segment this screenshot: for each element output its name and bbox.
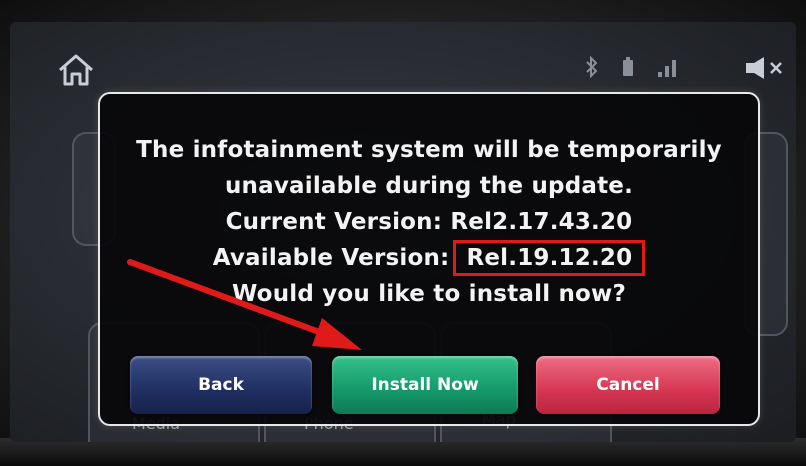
signal-icon [658,60,676,77]
current-version-value: Rel2.17.43.20 [450,209,633,235]
cancel-button[interactable]: Cancel [536,356,720,414]
update-message: The infotainment system will be temporar… [100,132,758,312]
install-now-button[interactable]: Install Now [332,356,518,414]
bluetooth-icon [586,56,598,78]
cancel-button-label: Cancel [596,375,660,395]
status-bar [585,47,715,87]
message-line-1: The infotainment system will be temporar… [136,137,722,163]
available-version-value: Rel.19.12.20 [453,240,646,276]
mute-button[interactable] [736,48,796,88]
mute-icon [746,57,782,79]
software-update-dialog: The infotainment system will be temporar… [98,92,760,426]
available-version-row: Available Version: Rel.19.12.20 [100,240,758,276]
install-question: Would you like to install now? [231,281,627,307]
home-icon [59,54,93,86]
infotainment-screen: Media Phone Map The i [10,22,796,442]
back-button-label: Back [198,375,244,395]
current-version-label: Current Version: [225,209,443,235]
available-version-label: Available Version: [212,245,450,271]
back-button[interactable]: Back [130,356,312,414]
message-line-2: unavailable during the update. [224,173,634,199]
battery-icon [623,57,633,76]
install-now-button-label: Install Now [371,375,479,395]
current-version-row: Current Version: Rel2.17.43.20 [100,204,758,240]
device-bezel-bottom [0,438,806,466]
home-button[interactable] [54,50,98,90]
